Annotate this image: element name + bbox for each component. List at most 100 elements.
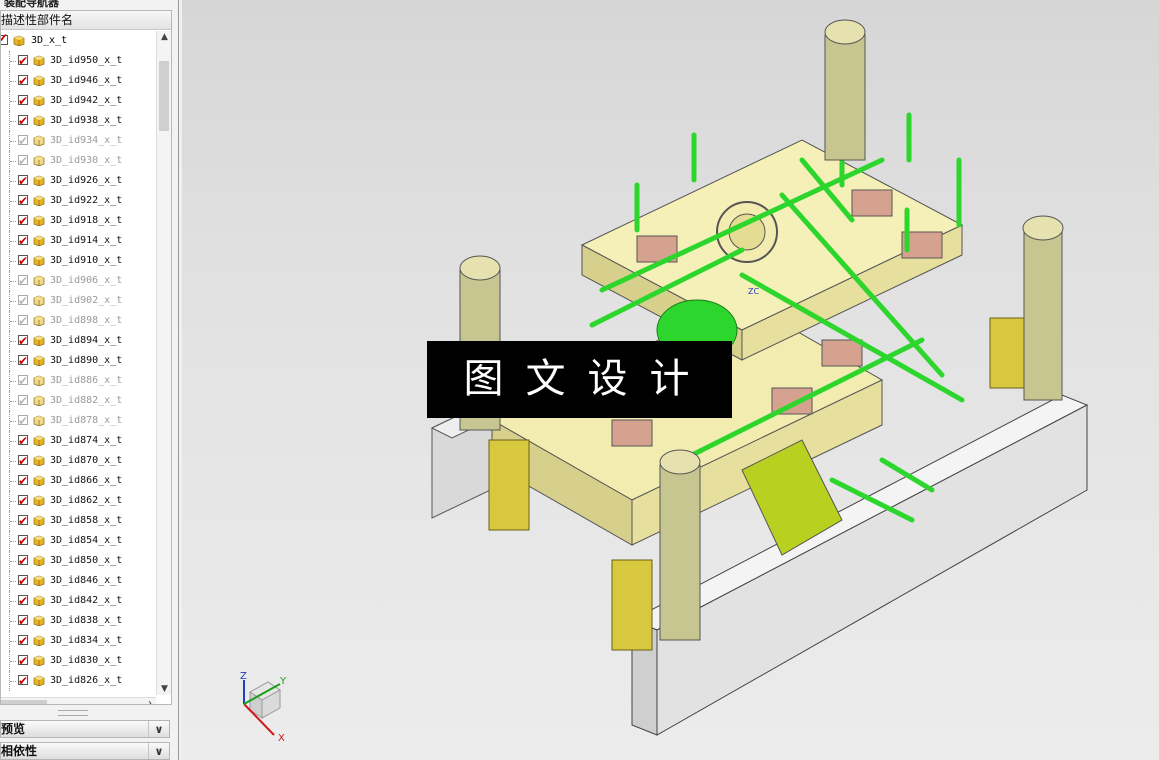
- item-checkbox[interactable]: [18, 331, 28, 351]
- part-cube-icon: [33, 535, 45, 546]
- tree-item[interactable]: 3D_id842_x_t: [1, 591, 156, 611]
- tree-item[interactable]: 3D_id902_x_t: [1, 291, 156, 311]
- tree-item[interactable]: 3D_id858_x_t: [1, 511, 156, 531]
- chevron-down-icon[interactable]: ∨: [148, 743, 169, 759]
- assembly-tree: 描述性部件名 3D_x_t 3D_id950_x_t3D_id946_x_t3D…: [0, 10, 172, 705]
- item-checkbox[interactable]: [18, 371, 28, 391]
- tree-item[interactable]: 3D_id942_x_t: [1, 91, 156, 111]
- panel-splitter-handle[interactable]: [58, 710, 88, 716]
- tree-item[interactable]: 3D_id910_x_t: [1, 251, 156, 271]
- item-checkbox[interactable]: [18, 571, 28, 591]
- item-checkbox[interactable]: [18, 71, 28, 91]
- item-checkbox[interactable]: [18, 451, 28, 471]
- triad-z-label: Z: [240, 671, 247, 682]
- tree-connector: [10, 401, 16, 402]
- tree-item[interactable]: 3D_id826_x_t: [1, 671, 156, 691]
- tree-item[interactable]: 3D_id870_x_t: [1, 451, 156, 471]
- item-label: 3D_id830_x_t: [50, 655, 123, 666]
- item-checkbox[interactable]: [18, 211, 28, 231]
- tree-horizontal-scrollbar[interactable]: ›: [1, 697, 156, 704]
- item-checkbox[interactable]: [18, 191, 28, 211]
- tree-item[interactable]: 3D_id930_x_t: [1, 151, 156, 171]
- item-label: 3D_id874_x_t: [50, 435, 123, 446]
- item-checkbox[interactable]: [18, 171, 28, 191]
- tree-item[interactable]: 3D_id922_x_t: [1, 191, 156, 211]
- column-header-part-name[interactable]: 描述性部件名: [1, 11, 171, 30]
- item-checkbox[interactable]: [18, 291, 28, 311]
- item-checkbox[interactable]: [18, 411, 28, 431]
- part-cube-icon: [33, 655, 45, 666]
- item-checkbox[interactable]: [18, 311, 28, 331]
- item-checkbox[interactable]: [18, 531, 28, 551]
- tree-item[interactable]: 3D_id938_x_t: [1, 111, 156, 131]
- section-dependencies[interactable]: 相依性 ∨: [0, 742, 170, 760]
- scroll-thumb[interactable]: [159, 61, 169, 131]
- tree-item[interactable]: 3D_id950_x_t: [1, 51, 156, 71]
- item-checkbox[interactable]: [18, 151, 28, 171]
- tree-connector: [10, 281, 16, 282]
- tree-item[interactable]: 3D_id926_x_t: [1, 171, 156, 191]
- item-checkbox[interactable]: [18, 611, 28, 631]
- tree-connector: [10, 541, 16, 542]
- item-checkbox[interactable]: [18, 591, 28, 611]
- tree-vertical-scrollbar[interactable]: ▲ ▼: [156, 31, 171, 695]
- item-checkbox[interactable]: [18, 631, 28, 651]
- item-checkbox[interactable]: [18, 131, 28, 151]
- item-checkbox[interactable]: [18, 271, 28, 291]
- part-cube-icon: [33, 415, 45, 426]
- tree-connector: [10, 221, 16, 222]
- tree-connector: [10, 261, 16, 262]
- item-checkbox[interactable]: [18, 51, 28, 71]
- tree-root-node[interactable]: 3D_x_t: [1, 31, 161, 51]
- tree-children: 3D_id950_x_t 3D_id946_x_t 3D_id942_x_t 3D_i…: [1, 51, 156, 691]
- item-label: 3D_id914_x_t: [50, 235, 123, 246]
- item-checkbox[interactable]: [18, 651, 28, 671]
- tree-item[interactable]: 3D_id894_x_t: [1, 331, 156, 351]
- item-checkbox[interactable]: [18, 91, 28, 111]
- item-checkbox[interactable]: [18, 391, 28, 411]
- tree-item[interactable]: 3D_id918_x_t: [1, 211, 156, 231]
- item-checkbox[interactable]: [18, 431, 28, 451]
- tree-item[interactable]: 3D_id862_x_t: [1, 491, 156, 511]
- tree-connector: [10, 641, 16, 642]
- item-checkbox[interactable]: [18, 231, 28, 251]
- scroll-down-arrow-icon[interactable]: ▼: [159, 683, 170, 695]
- tree-item[interactable]: 3D_id906_x_t: [1, 271, 156, 291]
- tree-item[interactable]: 3D_id866_x_t: [1, 471, 156, 491]
- tree-item[interactable]: 3D_id846_x_t: [1, 571, 156, 591]
- tree-connector: [10, 361, 16, 362]
- tree-item[interactable]: 3D_id838_x_t: [1, 611, 156, 631]
- item-checkbox[interactable]: [18, 111, 28, 131]
- item-checkbox[interactable]: [18, 671, 28, 691]
- item-checkbox[interactable]: [18, 251, 28, 271]
- tree-item[interactable]: 3D_id886_x_t: [1, 371, 156, 391]
- watermark-banner: 图文设计: [427, 341, 732, 418]
- tree-item[interactable]: 3D_id898_x_t: [1, 311, 156, 331]
- item-checkbox[interactable]: [18, 471, 28, 491]
- tree-item[interactable]: 3D_id850_x_t: [1, 551, 156, 571]
- scroll-up-arrow-icon[interactable]: ▲: [159, 31, 170, 43]
- item-checkbox[interactable]: [18, 551, 28, 571]
- part-cube-icon: [33, 475, 45, 486]
- tree-item[interactable]: 3D_id882_x_t: [1, 391, 156, 411]
- tree-item[interactable]: 3D_id874_x_t: [1, 431, 156, 451]
- item-label: 3D_id890_x_t: [50, 355, 123, 366]
- tree-item[interactable]: 3D_id914_x_t: [1, 231, 156, 251]
- section-preview[interactable]: 预览 ∨: [0, 720, 170, 738]
- tree-item[interactable]: 3D_id890_x_t: [1, 351, 156, 371]
- item-label: 3D_id906_x_t: [50, 275, 123, 286]
- item-checkbox[interactable]: [18, 491, 28, 511]
- horizontal-scroll-thumb[interactable]: [1, 700, 47, 704]
- tree-item[interactable]: 3D_id854_x_t: [1, 531, 156, 551]
- tree-item[interactable]: 3D_id878_x_t: [1, 411, 156, 431]
- tree-item[interactable]: 3D_id830_x_t: [1, 651, 156, 671]
- tree-connector: [10, 201, 16, 202]
- item-checkbox[interactable]: [18, 511, 28, 531]
- chevron-down-icon[interactable]: ∨: [148, 721, 169, 737]
- tree-item[interactable]: 3D_id946_x_t: [1, 71, 156, 91]
- item-checkbox[interactable]: [18, 351, 28, 371]
- tree-item[interactable]: 3D_id834_x_t: [1, 631, 156, 651]
- root-checkbox[interactable]: [1, 31, 8, 45]
- tree-item[interactable]: 3D_id934_x_t: [1, 131, 156, 151]
- scroll-right-arrow-icon[interactable]: ›: [148, 698, 152, 704]
